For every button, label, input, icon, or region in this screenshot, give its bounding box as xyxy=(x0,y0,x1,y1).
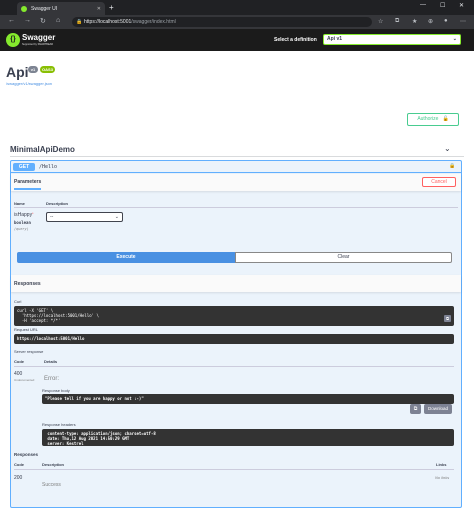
response-code: 400 xyxy=(14,371,23,377)
close-window-icon[interactable]: ✕ xyxy=(459,2,464,9)
operation-lock-icon[interactable]: 🔒 xyxy=(449,163,455,169)
error-label: Error: xyxy=(44,376,59,382)
swagger-json-link[interactable]: /swagger/v1/swagger.json xyxy=(6,81,52,86)
request-url-label: Request URL xyxy=(14,327,39,332)
copy-response-icon[interactable]: ⧉ xyxy=(410,404,421,414)
more-menu-icon[interactable]: ⋯ xyxy=(460,18,466,25)
operation-path: /Hello xyxy=(39,164,58,170)
tag-divider xyxy=(10,156,464,157)
clear-button[interactable]: Clear xyxy=(235,252,452,263)
param-col-description: Description xyxy=(46,201,69,206)
forward-icon[interactable]: → xyxy=(24,17,31,24)
doc-col-links: Links xyxy=(436,462,447,467)
response-headers[interactable]: content-type: application/json; charset=… xyxy=(42,429,454,446)
response-body-label: Response body xyxy=(42,388,70,393)
chevron-down-icon: ⌄ xyxy=(452,36,457,42)
lock-icon: 🔒 xyxy=(76,19,83,25)
method-badge: GET xyxy=(13,163,35,171)
download-button[interactable]: Download xyxy=(424,404,452,414)
operation-summary[interactable] xyxy=(11,161,461,173)
param-col-name: Name xyxy=(14,201,25,206)
definition-select-value: Api v1 xyxy=(327,36,343,42)
param-name-text: isHappy xyxy=(14,212,33,218)
curl-code[interactable]: curl -X 'GET' \ 'https://localhost:5001/… xyxy=(14,306,454,326)
swagger-brand[interactable]: Swagger xyxy=(22,33,55,42)
parameters-tab[interactable]: Parameters xyxy=(14,179,42,190)
execute-button[interactable]: Execute xyxy=(17,252,235,263)
minimize-icon[interactable]: — xyxy=(420,2,426,8)
swagger-logo-icon[interactable]: {} xyxy=(6,33,20,47)
refresh-icon[interactable]: ↻ xyxy=(40,17,46,25)
oas-badge: OAS3 xyxy=(40,66,55,73)
back-icon[interactable]: ← xyxy=(8,17,15,24)
version-badge: v1 xyxy=(28,66,38,73)
parameters-header xyxy=(11,174,461,191)
select-definition-label: Select a definition xyxy=(274,37,317,43)
param-location: (query) xyxy=(14,227,29,231)
cancel-button[interactable]: Cancel xyxy=(422,177,456,187)
extensions-icon[interactable]: ⊕ xyxy=(428,18,433,25)
chevron-down-icon: ⌄ xyxy=(114,214,119,220)
tag-title[interactable]: MinimalApiDemo xyxy=(10,145,75,154)
is-happy-select-value: -- xyxy=(50,214,54,220)
definition-select[interactable]: Api v1 ⌄ xyxy=(323,34,461,45)
param-type: boolean xyxy=(14,220,31,225)
swagger-favicon-icon xyxy=(21,5,27,12)
server-response-label: Server response xyxy=(14,349,44,354)
home-icon[interactable]: ⌂ xyxy=(56,17,60,24)
param-name: isHappy* xyxy=(14,212,33,218)
collections-icon[interactable]: ⧉ xyxy=(395,18,399,25)
request-url[interactable]: https://localhost:5001/Hello xyxy=(14,334,454,344)
responses-header xyxy=(11,275,461,292)
favorites-icon[interactable]: ★ xyxy=(412,18,417,25)
server-table-divider xyxy=(14,366,454,367)
doc-response-description: Success xyxy=(42,482,61,488)
api-title: Api xyxy=(6,64,29,80)
new-tab-icon[interactable]: + xyxy=(109,3,114,12)
tag-collapse-chevron-icon[interactable]: ⌄ xyxy=(444,144,451,153)
curl-label: Curl xyxy=(14,299,22,304)
is-happy-select[interactable]: -- ⌄ xyxy=(46,212,123,222)
param-divider xyxy=(14,207,458,208)
doc-col-code: Code xyxy=(14,462,24,467)
doc-response-links: No links xyxy=(435,475,450,480)
address-host: https://localhost:5001 xyxy=(84,19,132,25)
browser-tab[interactable]: Swagger UI ✕ xyxy=(17,2,105,15)
doc-col-description: Description xyxy=(42,462,65,467)
authorize-label: Authorize xyxy=(417,116,439,122)
close-tab-icon[interactable]: ✕ xyxy=(97,6,101,12)
response-headers-label: Response headers xyxy=(42,422,76,427)
doc-response-code: 200 xyxy=(14,475,23,481)
responses-title: Responses xyxy=(14,281,41,287)
server-col-code: Code xyxy=(14,359,24,364)
address-path: /swagger/index.html xyxy=(131,19,176,25)
swagger-brand-sub: Supported by SMARTBEAR xyxy=(22,43,54,46)
authorize-button[interactable]: Authorize 🔓 xyxy=(407,113,459,126)
doc-table-divider xyxy=(14,469,454,470)
param-required-mark: * xyxy=(32,212,34,216)
profile-avatar-icon[interactable]: ● xyxy=(444,18,448,24)
address-bar[interactable]: 🔒 https://localhost:5001/swagger/index.ht… xyxy=(72,17,372,27)
browser-tab-title: Swagger UI xyxy=(31,5,58,12)
maximize-icon[interactable]: ☐ xyxy=(440,2,445,9)
copy-icon[interactable]: ⧉ xyxy=(444,315,451,322)
response-body[interactable]: "Please tell if you are happy or not :-)… xyxy=(42,394,454,404)
unlock-icon: 🔓 xyxy=(442,116,449,122)
server-col-details: Details xyxy=(44,359,58,364)
favorite-star-icon[interactable]: ☆ xyxy=(378,18,383,25)
response-code-note: Undocumented xyxy=(14,378,35,382)
documented-responses-title: Responses xyxy=(14,452,39,457)
